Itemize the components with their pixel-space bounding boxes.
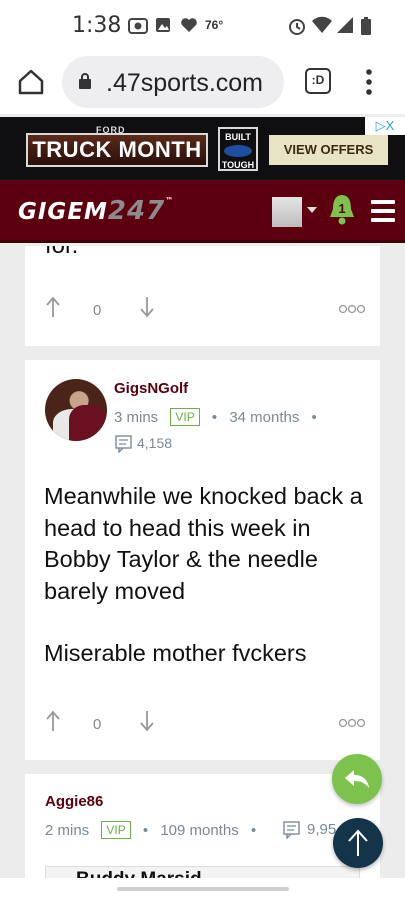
cell-signal-icon xyxy=(337,17,353,33)
downvote-arrow-icon[interactable] xyxy=(139,710,155,732)
post-body: Meanwhile we knocked back a head to head… xyxy=(44,481,364,701)
vip-badge: VIP xyxy=(101,821,131,839)
post-paragraph: Meanwhile we knocked back a head to head… xyxy=(44,483,363,604)
post-card: GigsNGolf 3 mins VIP • 34 months • 4,158… xyxy=(25,360,380,760)
vote-row: 0 xyxy=(45,296,365,326)
clock: 1:38 xyxy=(72,13,122,38)
comment-icon xyxy=(283,821,300,839)
post-paragraph: Miserable mother fvckers xyxy=(44,640,307,666)
view-offers-button[interactable]: VIEW OFFERS xyxy=(269,135,388,165)
post-username[interactable]: Aggie86 xyxy=(45,793,103,810)
battery-icon xyxy=(361,17,371,35)
address-bar[interactable]: .47sports.com xyxy=(62,56,284,108)
post-meta: 2 mins VIP • 109 months • xyxy=(45,821,257,839)
hamburger-menu-icon[interactable] xyxy=(371,200,395,222)
post-time: 2 mins xyxy=(45,822,90,839)
user-avatar[interactable] xyxy=(45,379,107,441)
logo-text: GIGEM xyxy=(18,199,108,225)
post-time: 3 mins xyxy=(114,409,159,426)
post-username[interactable]: GigsNGolf xyxy=(114,380,188,397)
wifi-icon xyxy=(312,16,332,33)
post-count: 4,158 xyxy=(137,435,173,451)
more-options-icon[interactable] xyxy=(364,68,374,96)
site-logo[interactable]: GIGEM247™ xyxy=(18,196,174,226)
ford-oval-logo xyxy=(224,145,252,157)
user-avatar[interactable] xyxy=(272,197,302,227)
member-tenure: 34 months xyxy=(229,409,300,426)
vip-badge: VIP xyxy=(170,408,200,426)
notification-count: 1 xyxy=(338,201,345,216)
tab-switcher-button[interactable]: :D xyxy=(305,68,331,94)
scroll-to-top-button[interactable] xyxy=(333,818,383,868)
logo-number: 247 xyxy=(107,196,166,226)
url-text: .47sports.com xyxy=(106,69,264,97)
built-tough-badge: BUILT TOUGH xyxy=(218,127,258,171)
post-card: for. 0 xyxy=(25,246,380,346)
system-nav-bar xyxy=(0,878,405,900)
ad-banner[interactable]: FORD TRUCK MONTH BUILT TOUGH VIEW OFFERS… xyxy=(0,117,405,180)
post-count: 9,95 xyxy=(307,821,337,838)
vote-row: 0 xyxy=(45,710,365,740)
ad-close-icon[interactable]: ▷X xyxy=(365,117,405,135)
alarm-icon xyxy=(289,19,305,35)
more-actions-icon[interactable] xyxy=(339,304,365,314)
chevron-down-icon[interactable] xyxy=(307,207,317,213)
notification-bell-icon[interactable]: 1 xyxy=(328,193,356,227)
upvote-arrow-icon[interactable] xyxy=(45,710,61,732)
status-bar: 1:38 76° xyxy=(0,0,405,52)
reply-button[interactable] xyxy=(332,754,382,804)
logo-tm: ™ xyxy=(165,196,175,205)
comment-icon xyxy=(115,435,132,453)
reply-arrow-icon xyxy=(345,770,369,788)
lock-icon xyxy=(79,73,91,89)
post-body: for. xyxy=(45,246,78,260)
downvote-arrow-icon[interactable] xyxy=(139,296,155,318)
site-header: GIGEM247™ 1 xyxy=(0,180,405,243)
vote-count: 0 xyxy=(93,716,102,733)
image-notification-icon xyxy=(156,18,170,32)
more-actions-icon[interactable] xyxy=(339,718,365,728)
camera-notification-icon xyxy=(128,18,148,34)
home-icon[interactable] xyxy=(17,68,45,96)
post-meta: 3 mins VIP • 34 months • xyxy=(114,408,317,426)
badge-line2: TOUGH xyxy=(221,160,255,170)
arrow-up-icon xyxy=(348,829,368,856)
gesture-handle[interactable] xyxy=(117,887,289,891)
ad-title: TRUCK MONTH xyxy=(26,133,208,167)
heart-notification-icon xyxy=(181,18,197,32)
upvote-arrow-icon[interactable] xyxy=(45,296,61,318)
temperature: 76° xyxy=(205,18,224,32)
member-tenure: 109 months xyxy=(160,822,239,839)
badge-line1: BUILT xyxy=(225,132,251,142)
vote-count: 0 xyxy=(93,302,102,319)
browser-toolbar: .47sports.com :D xyxy=(0,52,405,114)
